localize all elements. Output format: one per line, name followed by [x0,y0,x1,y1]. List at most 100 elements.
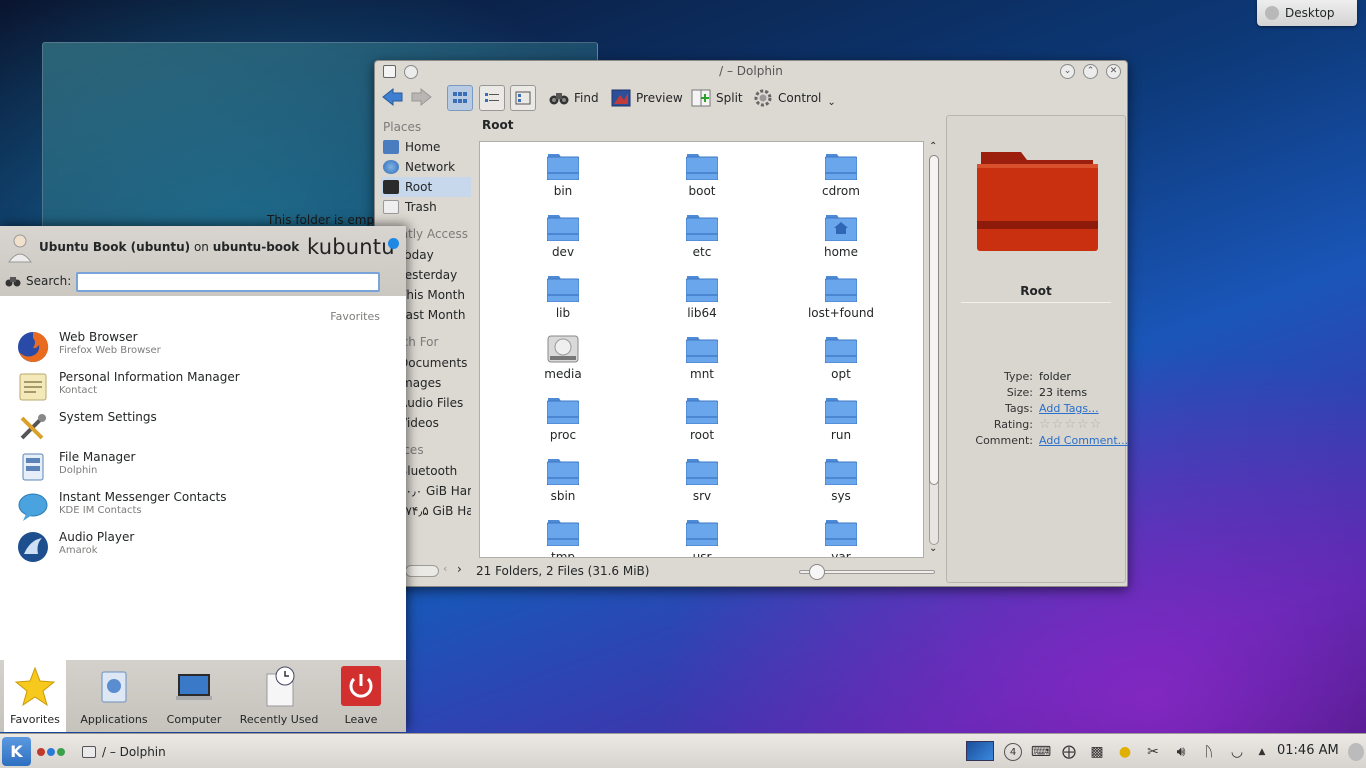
tab-favorites[interactable]: Favorites [4,660,66,732]
file-item[interactable]: srv [642,447,762,505]
minimize-button[interactable]: ⌄ [1060,64,1075,79]
split-button[interactable]: Split [691,85,743,111]
file-item[interactable]: cdrom [781,142,901,200]
preview-button[interactable]: Preview [611,85,683,111]
add-tags-link[interactable]: Add Tags... [1039,402,1099,415]
file-item[interactable]: media [503,325,623,383]
vertical-scrollbar[interactable]: ⌃ ⌄ [927,141,941,559]
file-item[interactable]: boot [642,142,762,200]
places-item-network[interactable]: Network [381,157,471,177]
file-item[interactable]: dev [503,203,623,261]
tray-expand-icon[interactable]: ▲ [1256,743,1268,761]
file-item[interactable]: tmp [503,508,623,557]
file-item[interactable]: sbin [503,447,623,505]
pager-desktop-1[interactable] [37,748,45,756]
star-icon[interactable]: ☆ [1077,418,1089,432]
task-dolphin[interactable]: / – Dolphin [78,738,218,765]
file-item[interactable]: lib64 [642,264,762,322]
file-item[interactable]: proc [503,386,623,444]
star-icon[interactable]: ☆ [1064,418,1076,432]
pager-desktop-2[interactable] [47,748,55,756]
tab-recently-used[interactable]: Recently Used [238,660,320,732]
compact-view-button[interactable] [479,85,505,111]
info-key: Type: [1004,370,1033,383]
file-item[interactable]: opt [781,325,901,383]
control-button[interactable]: Control ⌄ [753,85,836,111]
scroll-right-icon[interactable]: › [457,562,462,576]
bluetooth-icon[interactable]: ᚢ [1200,743,1218,761]
clock[interactable]: 01:46 AM [1277,743,1339,758]
file-item[interactable]: etc [642,203,762,261]
notifications-icon[interactable]: 4 [1004,743,1022,761]
back-button[interactable] [381,85,407,109]
application-launcher-button[interactable]: K [2,737,31,766]
show-desktop-icon[interactable] [966,741,994,761]
scroll-up-icon[interactable]: ⌃ [929,141,937,152]
wifi-icon[interactable]: ◡ [1226,743,1248,761]
close-button[interactable]: ✕ [1106,64,1121,79]
dolphin-window[interactable]: / – Dolphin ⌄ ⌃ ✕ Find Preview Split Con… [374,60,1128,587]
file-name: bin [553,184,573,198]
keyboard-icon[interactable]: ⌨ [1030,743,1052,761]
zoom-slider-handle[interactable] [809,564,825,580]
places-item-root[interactable]: Root [381,177,471,197]
favorite-personal-information-manager[interactable]: Personal Information Manager Kontact [14,368,384,406]
find-button[interactable]: Find [549,85,599,111]
lightbulb-icon[interactable]: ● [1116,743,1134,761]
clipboard-scissors-icon[interactable]: ✂ [1144,743,1162,761]
favorite-file-manager[interactable]: File Manager Dolphin [14,448,384,486]
file-item[interactable]: var [781,508,901,557]
file-item[interactable]: root [642,386,762,444]
star-icon[interactable]: ☆ [1052,418,1064,432]
favorite-name: System Settings [59,410,157,424]
panel-toolbox-icon[interactable] [1348,743,1364,761]
tab-applications[interactable]: Applications [78,660,150,732]
file-item[interactable]: usr [642,508,762,557]
volume-icon[interactable]: 🔊︎ [1170,743,1192,761]
tab-leave[interactable]: Leave [330,660,392,732]
favorite-name: File Manager [59,450,136,464]
file-item[interactable]: bin [503,142,623,200]
folder-icon [547,520,579,546]
add-comment-link[interactable]: Add Comment... [1039,434,1128,447]
file-item[interactable]: sys [781,447,901,505]
favorite-web-browser[interactable]: Web Browser Firefox Web Browser [14,328,384,366]
forward-button[interactable] [411,85,437,109]
favorite-system-settings[interactable]: System Settings [14,408,384,446]
rating-stars[interactable]: ☆ ☆ ☆ ☆ ☆ [1039,418,1101,432]
file-item[interactable]: home [781,203,901,261]
star-icon[interactable]: ☆ [1090,418,1102,432]
file-item[interactable]: run [781,386,901,444]
binoculars-icon [5,277,21,287]
favorite-audio-player[interactable]: Audio Player Amarok [14,528,384,566]
binoculars-icon [549,93,569,105]
file-item[interactable]: lib [503,264,623,322]
favorite-instant-messenger[interactable]: Instant Messenger Contacts KDE IM Contac… [14,488,384,526]
chat-bubble-icon [18,493,48,521]
file-item[interactable]: lost+found [781,264,901,322]
scroll-down-icon[interactable]: ⌄ [929,543,937,554]
file-item[interactable]: mnt [642,325,762,383]
pager-desktop-3[interactable] [57,748,65,756]
places-item-trash[interactable]: Trash [381,197,471,217]
places-item-home[interactable]: Home [381,137,471,157]
file-name: mnt [690,367,714,381]
places-hscroll-thumb[interactable] [405,565,439,577]
star-icon[interactable]: ☆ [1039,418,1051,432]
maximize-button[interactable]: ⌃ [1083,64,1098,79]
kubuntu-logo: kubuntu [307,235,395,259]
file-icons-view[interactable]: bin boot cdrom dev etc home lib lib64 lost+found… [479,141,924,558]
network-manager-icon[interactable]: ⨁ [1060,743,1078,761]
updates-icon[interactable]: ▩ [1088,743,1106,761]
tab-computer[interactable]: Computer [160,660,228,732]
search-input[interactable] [76,272,380,292]
favorite-desc: Amarok [59,545,98,556]
scroll-thumb[interactable] [929,155,939,485]
launcher-header: Ubuntu Book (ubuntu) on ubuntu-book kubu… [0,226,406,296]
window-titlebar[interactable]: / – Dolphin ⌄ ⌃ ✕ [375,61,1127,83]
icons-view-button[interactable] [447,85,473,111]
amarok-icon [18,532,48,562]
scroll-left-icon[interactable]: ‹ [443,562,447,575]
details-view-button[interactable] [510,85,536,111]
desktop-button[interactable]: Desktop [1257,0,1357,26]
